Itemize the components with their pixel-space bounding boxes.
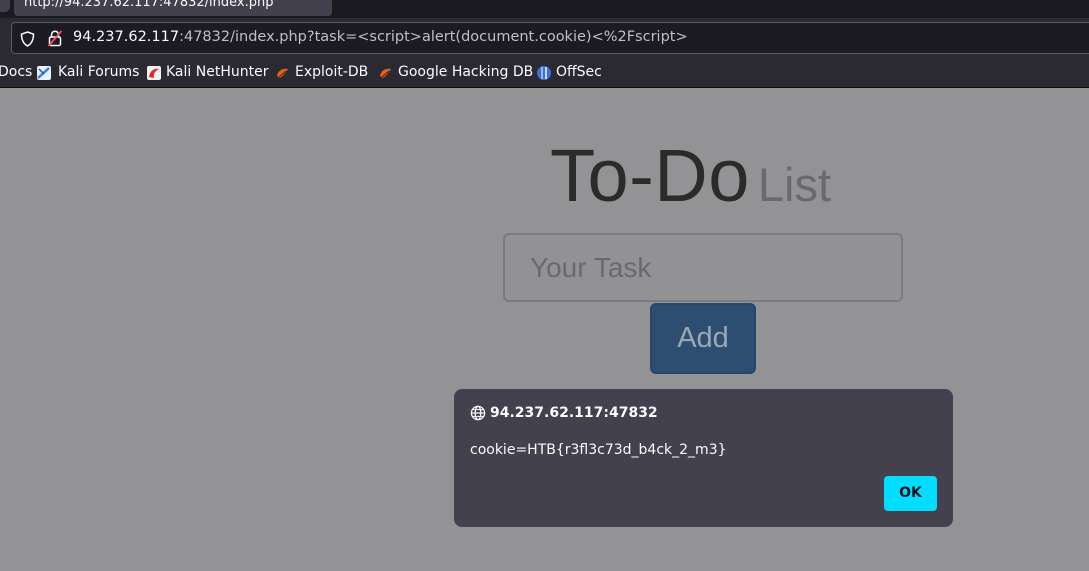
google-hacking-db-icon xyxy=(380,68,391,78)
bookmark-kali-nethunter[interactable]: Kali NetHunter xyxy=(146,58,268,88)
bookmark-label: Docs xyxy=(0,64,33,80)
nav-toolbar: 94.237.62.117:47832/index.php?task=<scri… xyxy=(0,18,1089,58)
kali-nethunter-icon xyxy=(147,66,161,80)
alert-dialog: 94.237.62.117:47832 cookie=HTB{r3fl3c73d… xyxy=(454,389,953,527)
title-main: To-Do xyxy=(550,134,750,217)
url-path: :47832/index.php?task=<script>alert(docu… xyxy=(179,29,688,45)
add-button[interactable]: Add xyxy=(650,303,756,374)
bookmark-label: Kali NetHunter xyxy=(166,64,269,80)
bookmark-exploit-db[interactable]: Exploit-DB xyxy=(275,58,371,88)
url-bar[interactable]: 94.237.62.117:47832/index.php?task=<scri… xyxy=(11,22,1089,54)
alert-origin: 94.237.62.117:47832 xyxy=(490,405,658,421)
bookmark-label: Google Hacking DB xyxy=(398,64,534,80)
bookmark-google-hacking-db[interactable]: Google Hacking DB xyxy=(378,58,533,88)
task-input[interactable] xyxy=(503,233,903,302)
kali-forums-icon xyxy=(37,66,51,80)
active-tab[interactable]: http://94.237.62.117:47832/index.php xyxy=(14,0,332,16)
tracking-protection-shield-icon[interactable] xyxy=(20,31,35,47)
bookmark-label: OffSec xyxy=(556,64,602,80)
bookmark-offsec[interactable]: OffSec xyxy=(536,58,606,88)
ok-button[interactable]: OK xyxy=(884,476,937,511)
bookmark-label: Exploit-DB xyxy=(295,64,369,80)
exploit-db-icon xyxy=(277,68,288,78)
bookmark-kali-docs[interactable]: Docs xyxy=(0,58,32,88)
title-sub: List xyxy=(757,158,832,211)
page-title: To-Do List xyxy=(550,133,831,218)
globe-icon xyxy=(470,405,486,421)
url-text[interactable]: 94.237.62.117:47832/index.php?task=<scri… xyxy=(73,29,688,45)
bookmark-kali-forums[interactable]: Kali Forums xyxy=(36,58,140,88)
tab-title: http://94.237.62.117:47832/index.php xyxy=(24,0,274,10)
offsec-icon xyxy=(537,66,551,80)
tab-strip: http://94.237.62.117:47832/index.php xyxy=(0,0,1089,18)
insecure-lock-icon[interactable] xyxy=(48,30,62,47)
bookmark-label: Kali Forums xyxy=(58,64,140,80)
url-host: 94.237.62.117 xyxy=(73,29,180,45)
previous-tab-edge[interactable] xyxy=(0,0,10,12)
alert-message: cookie=HTB{r3fl3c73d_b4ck_2_m3} xyxy=(470,442,727,458)
bookmarks-toolbar: Docs Kali Forums Kali NetHunter Exploit-… xyxy=(0,58,1089,88)
